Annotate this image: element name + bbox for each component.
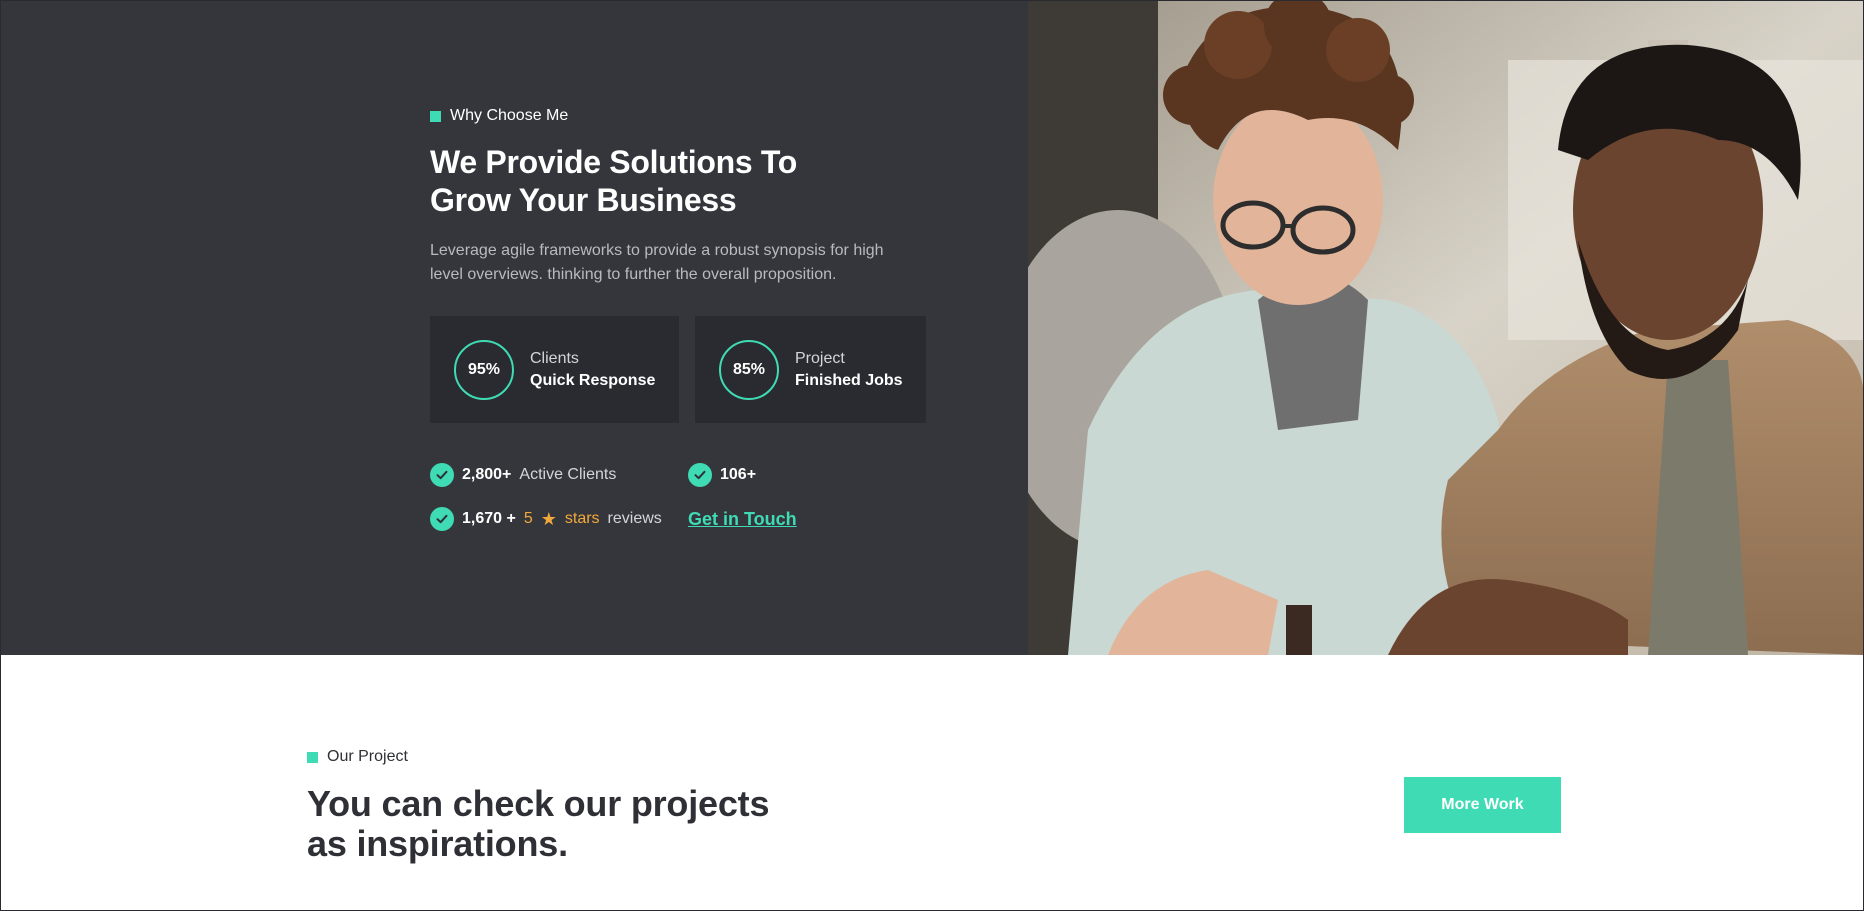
heading-line-2: Grow Your Business: [430, 182, 737, 218]
fact-reviews: 1,670 + 5 ★ stars reviews: [430, 507, 688, 531]
stat-card-clients: 95% Clients Quick Response: [430, 316, 679, 423]
reviews-count: 1,670 +: [462, 510, 516, 527]
star-icon: ★: [540, 508, 557, 529]
section-tag-label: Why Choose Me: [450, 107, 569, 124]
stars-word: stars: [564, 510, 600, 527]
stat-card-project: 85% Project Finished Jobs: [695, 316, 926, 423]
stat-sublabel: Finished Jobs: [795, 371, 903, 389]
count-106: 106+: [720, 466, 757, 483]
project-content: Our Project You can check our projects a…: [307, 748, 769, 864]
stat-cards: 95% Clients Quick Response 85% Project F…: [430, 316, 950, 423]
section-tag-label: Our Project: [327, 748, 408, 765]
heading-line-2: as inspirations.: [307, 823, 568, 864]
active-clients-label: Active Clients: [519, 466, 617, 483]
check-icon: [430, 463, 454, 487]
heading-line-1: We Provide Solutions To: [430, 144, 798, 180]
team-photo-illustration: [1028, 0, 1864, 655]
team-photo: [1028, 0, 1864, 655]
tag-square-icon: [307, 751, 318, 763]
fact-106: 106+: [688, 463, 938, 487]
stat-text: Clients Quick Response: [530, 350, 655, 390]
check-icon: [688, 463, 712, 487]
get-in-touch-link[interactable]: Get in Touch: [688, 509, 797, 530]
heading-line-1: You can check our projects: [307, 783, 770, 824]
stat-label: Clients: [530, 349, 579, 367]
description-line-1: Leverage agile frameworks to provide a r…: [430, 242, 884, 259]
project-heading: You can check our projects as inspiratio…: [307, 784, 769, 864]
stat-sublabel: Quick Response: [530, 371, 656, 389]
active-clients-count: 2,800+: [462, 466, 512, 483]
our-project-section: Our Project You can check our projects a…: [0, 655, 1864, 911]
why-content: Why Choose Me We Provide Solutions To Gr…: [430, 107, 950, 531]
tag-square-icon: [430, 110, 441, 122]
section-tag: Our Project: [307, 748, 769, 766]
description-line-2: level overviews. thinking to further the…: [430, 266, 837, 283]
percent-ring: 85%: [719, 339, 779, 400]
reviews-label: reviews: [607, 510, 662, 527]
fact-get-in-touch: Get in Touch: [688, 507, 938, 531]
why-choose-me-section: Why Choose Me We Provide Solutions To Gr…: [0, 0, 1864, 655]
stat-text: Project Finished Jobs: [795, 350, 903, 390]
stat-label: Project: [795, 349, 845, 367]
fact-active-clients: 2,800+ Active Clients: [430, 463, 688, 487]
section-description: Leverage agile frameworks to provide a r…: [430, 239, 930, 287]
more-work-button[interactable]: More Work: [1404, 777, 1561, 833]
facts-list: 2,800+ Active Clients 106+ 1,670 + 5 ★ s…: [430, 463, 950, 531]
stars-number: 5: [523, 510, 533, 527]
check-icon: [430, 507, 454, 531]
section-heading: We Provide Solutions To Grow Your Busine…: [430, 143, 950, 219]
percent-ring: 95%: [454, 339, 514, 400]
section-tag: Why Choose Me: [430, 107, 950, 125]
